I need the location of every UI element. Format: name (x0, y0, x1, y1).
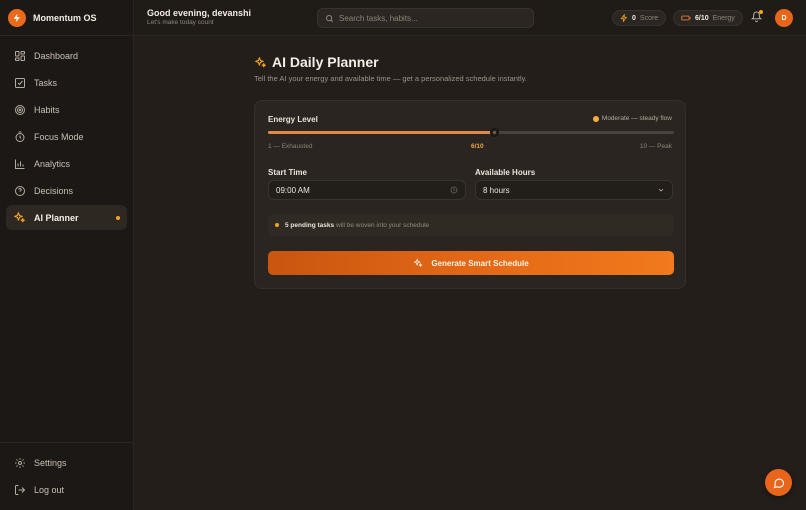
sidebar-item-label: Log out (34, 484, 65, 495)
search-bar[interactable] (317, 8, 534, 28)
sidebar-item-ai-planner[interactable]: AI Planner (6, 205, 127, 230)
start-time-value: 09:00 AM (276, 185, 310, 195)
greeting-subtext: Let's make today count (147, 19, 214, 26)
energy-label: Energy (712, 14, 735, 22)
energy-scale-value: 6/10 (471, 143, 484, 150)
top-header: Good evening, devanshi Let's make today … (134, 0, 806, 36)
avatar[interactable]: D (775, 9, 793, 27)
energy-slider[interactable] (268, 128, 674, 137)
sidebar: Momentum OS Dashboard Tasks Habits Focus… (0, 0, 134, 510)
bolt-icon (620, 14, 628, 22)
start-time-input[interactable]: 09:00 AM (268, 180, 466, 200)
bar-chart-icon (13, 157, 26, 170)
available-hours-select[interactable]: 8 hours (475, 180, 673, 200)
available-hours-label: Available Hours (475, 168, 536, 177)
sidebar-item-dashboard[interactable]: Dashboard (6, 43, 127, 68)
pending-count: 5 pending tasks (285, 221, 335, 229)
energy-scale-min: 1 — Exhausted (268, 143, 313, 150)
energy-level-label: Energy Level (268, 115, 318, 124)
sidebar-item-label: AI Planner (34, 212, 79, 223)
score-value: 0 (632, 14, 636, 22)
energy-value: 6/10 (695, 14, 709, 22)
sparkles-icon (254, 56, 267, 69)
chat-fab-button[interactable] (765, 469, 792, 496)
timer-icon (13, 130, 26, 143)
energy-scale-max: 10 — Peak (639, 143, 672, 150)
sidebar-item-label: Tasks (34, 77, 58, 88)
brand-name: Momentum OS (33, 12, 97, 23)
planner-card: Energy Level Moderate — steady flow 1 — … (254, 100, 686, 289)
logout-icon (13, 483, 26, 496)
sidebar-item-label: Analytics (34, 158, 71, 169)
energy-slider-fill (268, 131, 494, 134)
sidebar-nav: Dashboard Tasks Habits Focus Mode Analyt… (0, 36, 133, 230)
score-pill[interactable]: 0 Score (612, 10, 667, 26)
gear-icon (13, 456, 26, 469)
sidebar-item-analytics[interactable]: Analytics (6, 151, 127, 176)
page-title: AI Daily Planner (272, 54, 379, 70)
sparkles-icon (413, 258, 423, 268)
score-label: Score (639, 14, 659, 22)
sidebar-item-decisions[interactable]: Decisions (6, 178, 127, 203)
page-title-row: AI Daily Planner (254, 54, 379, 70)
sidebar-item-tasks[interactable]: Tasks (6, 70, 127, 95)
pending-dot (275, 223, 279, 227)
chevron-down-icon (657, 186, 665, 194)
mood-face-icon (592, 115, 599, 122)
search-icon (325, 14, 334, 23)
energy-mood: Moderate — steady flow (592, 115, 672, 122)
energy-slider-thumb[interactable] (489, 128, 499, 137)
brand-logo-icon (8, 8, 26, 27)
sidebar-item-label: Decisions (34, 185, 74, 196)
energy-mood-text: Moderate — steady flow (601, 115, 672, 122)
sidebar-item-label: Dashboard (34, 50, 79, 61)
pending-text: 5 pending tasks will be woven into your … (285, 222, 429, 229)
sparkles-icon (13, 211, 26, 224)
sidebar-item-focus-mode[interactable]: Focus Mode (6, 124, 127, 149)
sidebar-item-label: Focus Mode (34, 131, 84, 142)
greeting-block: Good evening, devanshi Let's make today … (147, 8, 251, 26)
pending-tasks-notice: 5 pending tasks will be woven into your … (268, 214, 674, 236)
clock-icon (450, 186, 458, 194)
sidebar-item-habits[interactable]: Habits (6, 97, 127, 122)
sidebar-bottom: Settings Log out (0, 442, 133, 504)
dashboard-icon (13, 49, 26, 62)
help-circle-icon (13, 184, 26, 197)
chat-bubble-icon (773, 477, 785, 489)
generate-schedule-button[interactable]: Generate Smart Schedule (268, 251, 674, 275)
available-hours-value: 8 hours (483, 185, 510, 195)
brand[interactable]: Momentum OS (0, 0, 133, 36)
active-indicator-dot (116, 216, 120, 220)
greeting-title: Good evening, devanshi (147, 8, 252, 18)
page-subtitle: Tell the AI your energy and available ti… (254, 74, 527, 83)
sidebar-item-label: Habits (34, 104, 60, 115)
search-input[interactable] (339, 13, 519, 23)
pending-rest: will be woven into your schedule (335, 221, 430, 229)
target-icon (13, 103, 26, 116)
sidebar-item-logout[interactable]: Log out (6, 477, 127, 502)
generate-schedule-label: Generate Smart Schedule (431, 258, 529, 268)
notifications-button[interactable] (751, 10, 763, 22)
checkbox-icon (13, 76, 26, 89)
notification-dot (759, 10, 763, 14)
battery-icon (681, 14, 691, 22)
sidebar-item-settings[interactable]: Settings (6, 450, 127, 475)
energy-pill[interactable]: 6/10 Energy (673, 10, 743, 26)
start-time-label: Start Time (268, 168, 307, 177)
sidebar-item-label: Settings (34, 457, 67, 468)
